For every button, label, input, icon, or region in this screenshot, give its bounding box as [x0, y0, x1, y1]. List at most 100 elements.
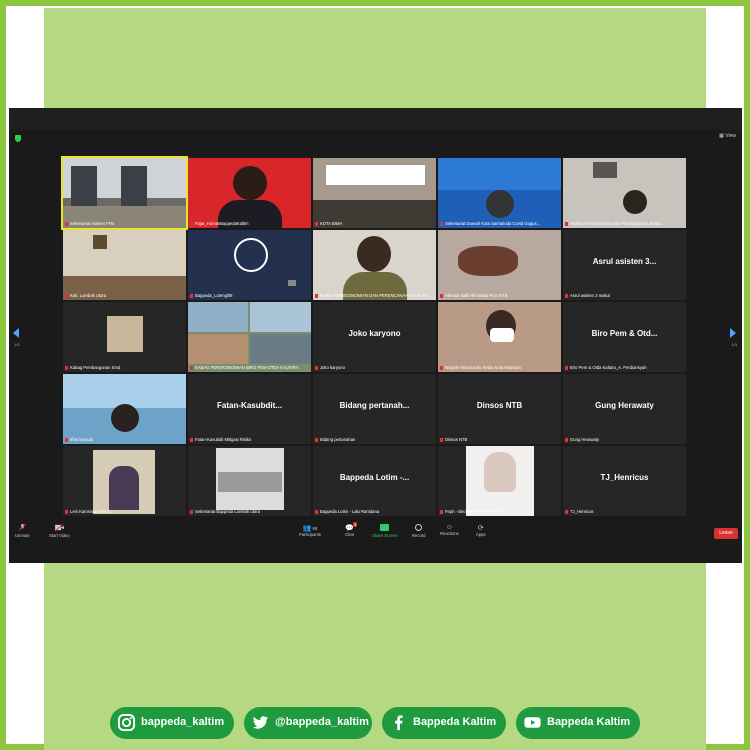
next-page-arrow-icon[interactable]	[730, 328, 736, 338]
reactions-button[interactable]: ☺ Reactions	[440, 524, 459, 536]
page-indicator-left: 1/3	[14, 342, 20, 347]
participant-name: Feph - Biro HO Kampeng Ekon	[440, 509, 559, 514]
apps-button[interactable]: ⟳ Apps	[476, 524, 486, 537]
previous-page-arrow-icon[interactable]	[13, 328, 19, 338]
participant-tile[interactable]: Bidang pertanah... Bidang pertanahan	[313, 374, 436, 444]
participant-tile[interactable]: Asisten Perekonomian dan Pembangunan Set…	[563, 158, 686, 228]
building-photo	[188, 334, 248, 364]
participant-name: TJ_Henricus	[565, 509, 684, 514]
person-head	[623, 190, 647, 214]
participant-tile[interactable]: Asrul asisten 3... Asrul asisten 3 makut	[563, 230, 686, 300]
person-face	[458, 246, 518, 276]
social-instagram[interactable]: bappeda_kaltim	[110, 707, 234, 739]
person-head	[233, 166, 267, 200]
participant-tile[interactable]: Biro Pem & Otd... Biro Pem & Otda Kaltar…	[563, 302, 686, 372]
participant-name: Gung Herawaty	[565, 437, 684, 442]
social-youtube[interactable]: Bappeda Kaltim	[516, 707, 640, 739]
participant-tile[interactable]: Leni Kamsinah Eko O	[63, 446, 186, 516]
youtube-handle: Bappeda Kaltim	[547, 716, 631, 728]
social-twitter[interactable]: @bappeda_kaltim	[244, 707, 372, 739]
participant-name: Dinsos NTB	[440, 437, 559, 442]
participant-tile[interactable]: Fajar_HumasBappedaKaltim	[188, 158, 311, 228]
participant-name: Bappeda Lotim - Lalu Ramdana	[315, 509, 434, 514]
view-button[interactable]: ▦ View	[719, 133, 736, 139]
camera-off-icon	[288, 280, 296, 286]
beach-background	[63, 374, 186, 408]
participant-tile[interactable]: Kabag Pembangunan Smd	[63, 302, 186, 372]
participant-tile[interactable]: Feph - Biro HO Kampeng Ekon	[438, 446, 561, 516]
participant-tile[interactable]: Joko karyono Joko karyono	[313, 302, 436, 372]
participant-tile[interactable]: Dinsos NTB Dinsos NTB	[438, 374, 561, 444]
participant-tile[interactable]: Sekretariat Daerah Kota Samarinda Covid …	[438, 158, 561, 228]
participant-tile[interactable]: Sekretariat Bappeda Lombok utara	[188, 446, 311, 516]
record-label: Record	[412, 533, 426, 538]
share-screen-icon	[380, 524, 390, 531]
participant-name: Bappeda_Lotengl08	[190, 293, 309, 298]
participant-tile[interactable]: Fatan-Kasubdit... Fatan-Kasubdit Mitigas…	[188, 374, 311, 444]
record-icon	[415, 524, 423, 531]
participant-display-name: Bappeda Lotim -...	[339, 473, 410, 482]
participant-tile[interactable]: Kab. Lombok Utara	[63, 230, 186, 300]
view-icon: ▦	[719, 133, 724, 139]
participant-name: Joko karyono	[315, 365, 434, 370]
participant-tile[interactable]: KABAG PEREKONOMIAN BIRO PEM OTDA KALTARA	[188, 302, 311, 372]
security-shield-icon[interactable]	[15, 135, 21, 142]
participant-name: Asisten Perekonomian dan Pembangunan Set…	[565, 221, 684, 226]
participant-name: Sekretariat Daerah Kota Samarinda Covid …	[440, 221, 559, 226]
participant-tile[interactable]: Sekretariat Asisten FFB	[61, 156, 188, 230]
building-roof	[218, 472, 282, 492]
chat-button[interactable]: 💬 3 Chat	[345, 522, 358, 537]
person-head	[357, 236, 391, 272]
twitter-handle: @bappeda_kaltim	[275, 716, 369, 728]
video-off-icon	[54, 524, 64, 531]
room-window	[71, 166, 97, 206]
participant-tile[interactable]: KABID PEREKONOMIAN DAN PERENCANAAN KAB S…	[313, 230, 436, 300]
wall-frame	[93, 235, 107, 249]
participant-display-name: Asrul asisten 3...	[592, 257, 657, 266]
chat-label: Chat	[345, 532, 354, 537]
participant-name: KABAG PEREKONOMIAN BIRO PEM OTDA KALTARA	[190, 365, 309, 370]
start-video-label: Start Video	[49, 533, 70, 538]
participant-name: Biro Pem & Otda Kaltara_A. Perdiansyah	[565, 365, 684, 370]
participant-name: Ahmadi staff Ahli Setda Prov NTB	[440, 293, 559, 298]
participants-icon: 👥	[302, 525, 312, 532]
participant-tile[interactable]: Gung Herawaty Gung Herawaty	[563, 374, 686, 444]
start-video-button[interactable]: Start Video	[49, 524, 70, 538]
participant-tile[interactable]: irfan karyudi	[63, 374, 186, 444]
record-button[interactable]: Record	[412, 524, 426, 538]
banner-sign	[325, 164, 426, 186]
participant-tile[interactable]: Ahmadi staff Ahli Setda Prov NTB	[438, 230, 561, 300]
youtube-icon	[524, 717, 541, 728]
social-facebook[interactable]: Bappeda Kaltim	[382, 707, 506, 739]
view-label: View	[725, 133, 736, 139]
participant-name: KABID PEREKONOMIAN DAN PERENCANAAN KAB S…	[315, 293, 434, 298]
participant-tile[interactable]: TJ_Henricus TJ_Henricus	[563, 446, 686, 516]
share-screen-button[interactable]: Share Screen	[372, 524, 398, 538]
virtual-background	[438, 158, 561, 190]
leave-button[interactable]: Leave	[714, 528, 738, 539]
participant-tile[interactable]: Bappeda_Lotengl08	[188, 230, 311, 300]
wall-frame	[593, 162, 617, 178]
participants-count: 68	[312, 526, 318, 531]
unmute-button[interactable]: Unmute	[15, 524, 30, 538]
participant-display-name: Dinsos NTB	[476, 401, 523, 410]
gallery-grid: Sekretariat Asisten FFB Fajar_HumasBappe…	[61, 156, 687, 516]
reactions-icon: ☺	[445, 524, 453, 531]
participants-button[interactable]: 👥 68 Participants	[299, 524, 321, 537]
person-hijab	[484, 452, 516, 492]
participant-display-name: TJ_Henricus	[600, 473, 649, 482]
participant-tile[interactable]: Ningsih Wiarmantio Setda Kota Mataram	[438, 302, 561, 372]
reactions-label: Reactions	[440, 531, 459, 536]
participant-name: KOTA BIMA	[315, 221, 434, 226]
facebook-handle: Bappeda Kaltim	[413, 716, 497, 728]
participant-name: Bidang pertanahan	[315, 437, 434, 442]
participant-display-name: Fatan-Kasubdit...	[217, 401, 282, 410]
participant-tile[interactable]: KOTA BIMA	[313, 158, 436, 228]
page-indicator-right: 1/3	[731, 342, 737, 347]
participant-display-name: Joko karyono	[348, 329, 401, 338]
apps-icon: ⟳	[477, 525, 484, 532]
participant-name: Asrul asisten 3 makut	[565, 293, 684, 298]
participant-display-name: Gung Herawaty	[595, 401, 654, 410]
participant-display-name: Biro Pem & Otd...	[591, 329, 658, 338]
participant-tile[interactable]: Bappeda Lotim -... Bappeda Lotim - Lalu …	[313, 446, 436, 516]
